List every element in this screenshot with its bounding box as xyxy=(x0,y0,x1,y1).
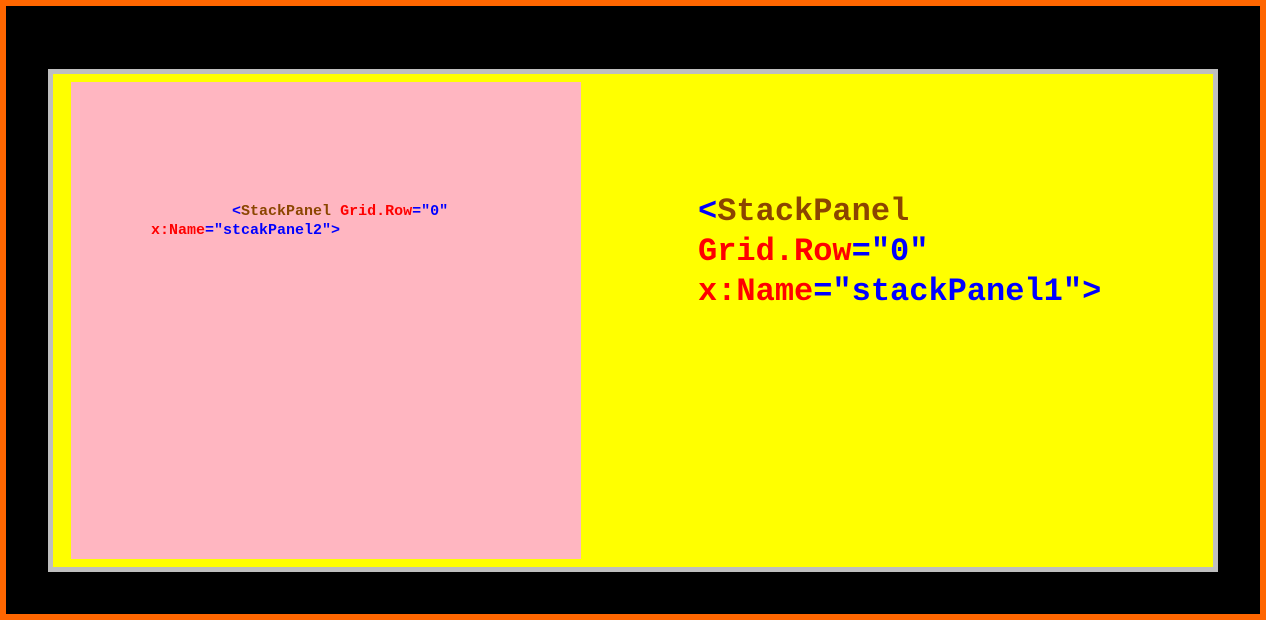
left-code-block: <StackPanel Grid.Row="0" x:Name="stcakPa… xyxy=(151,202,448,240)
code-token: ="0" xyxy=(852,233,929,270)
code-token xyxy=(151,203,232,220)
outer-black-frame: <StackPanel Grid.Row="0" x:Name="stcakPa… xyxy=(6,6,1260,614)
code-token: < xyxy=(698,193,717,230)
right-code-block: <StackPanel Grid.Row="0" x:Name="stackPa… xyxy=(698,192,1101,312)
code-token: Grid.Row xyxy=(340,203,412,220)
code-token: StackPanel xyxy=(241,203,340,220)
gray-frame: <StackPanel Grid.Row="0" x:Name="stcakPa… xyxy=(48,69,1218,572)
pink-panel: <StackPanel Grid.Row="0" x:Name="stcakPa… xyxy=(71,82,581,559)
code-token: Grid.Row xyxy=(698,233,852,270)
code-token: < xyxy=(232,203,241,220)
yellow-panel: <StackPanel Grid.Row="0" x:Name="stcakPa… xyxy=(53,74,1213,567)
code-token: ="0" xyxy=(412,203,448,220)
code-token: ="stcakPanel2"> xyxy=(205,222,340,239)
code-token: x:Name xyxy=(698,273,813,310)
code-token: x:Name xyxy=(151,222,205,239)
code-token: StackPanel xyxy=(717,193,909,230)
code-token: ="stackPanel1"> xyxy=(813,273,1101,310)
